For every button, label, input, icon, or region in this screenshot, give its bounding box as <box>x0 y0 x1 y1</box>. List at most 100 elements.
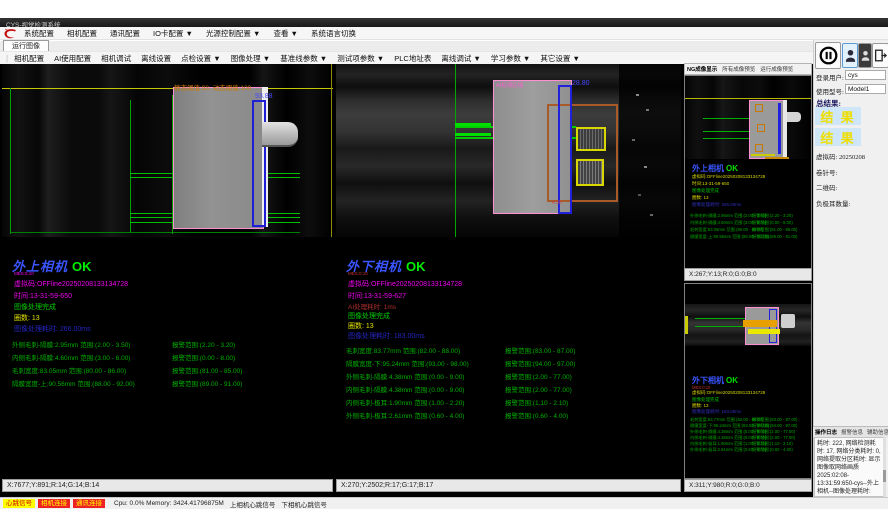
tool-test-params[interactable]: 测试项参数 ▼ <box>337 53 384 64</box>
left-yellow-baseline <box>2 88 333 89</box>
mid-green-thick1 <box>455 123 491 126</box>
left-separator-roi <box>173 87 264 229</box>
pv-top-barcode: 虚拟码:OFFline20250208133134728 <box>692 174 765 180</box>
mid-status-ok: OK <box>406 259 426 274</box>
menu-item-io-config[interactable]: IO卡配置 ▼ <box>153 27 193 40</box>
pv-bot-light-blob <box>781 314 795 328</box>
qr-code-label: 二维码: <box>816 182 837 192</box>
log-tab-assist[interactable]: 辅助信息 <box>867 428 888 436</box>
measure-text: 隔膜宽度-下:95.24mm 范围:(93.00 - 98.00) <box>346 358 469 368</box>
mid-tab-roi-2 <box>576 159 604 186</box>
mid-camera-view[interactable]: AI检测区域 28.80 4.38 <box>336 64 681 237</box>
mid-done-line: 图像处理完成 <box>348 311 390 321</box>
measure-text: 外侧毛刺-隔膜:2.95mm 范围:(2.00 - 3.50) <box>12 339 130 349</box>
preview-tab-run[interactable]: 运行成像预览 <box>760 65 793 73</box>
tool-plc-table[interactable]: PLC地址表 <box>394 53 431 64</box>
cpu-memory-readout: Cpu: 0.0% Memory: 3424.41796875M <box>114 500 224 507</box>
pv-row: 报警范围:(0.00 - 8.00) <box>752 220 793 226</box>
left-camera-view[interactable]: 静态阈值:93, 动态阈值:100 93.88 <box>2 64 333 237</box>
toolbar-grip-icon: | <box>6 54 8 63</box>
left-coord-readout: X:7677;Y:891;R:14;G:14;B:14 <box>2 479 333 492</box>
measure-text: 内侧毛刺-隔膜:4.38mm 范围:(0.00 - 9.00) <box>346 384 464 394</box>
alarm-text: 报警范围:(83.00 - 87.00) <box>505 345 575 355</box>
log-tab-alarm[interactable]: 报警信息 <box>841 428 863 436</box>
left-electrode-tab <box>262 122 298 147</box>
tool-offline-setting[interactable]: 离线设置 <box>141 53 171 64</box>
measure-text: 外侧毛刺-极耳:2.61mm 范围:(0.60 - 4.00) <box>346 410 464 420</box>
measure-text: 隔膜宽度-上:90.56mm 范围:(88.00 - 92.00) <box>12 378 135 388</box>
user-login-button[interactable] <box>842 43 858 68</box>
left-barcode-line: 虚拟码:OFFline20250208133134728 <box>14 279 128 289</box>
mid-mes-text: MES:0:10 <box>348 271 368 276</box>
pv-top-loop: 圈数: 13 <box>692 195 709 201</box>
measure-text: 内侧毛刺-隔膜:4.60mm 范围:(3.00 - 6.00) <box>12 352 130 362</box>
tool-spot-check[interactable]: 点检设置 ▼ <box>181 53 221 64</box>
pv-top-blue-roi <box>778 103 781 154</box>
measure-text: 外侧毛刺-隔膜:4.38mm 范围:(0.00 - 9.00) <box>346 371 464 381</box>
preview-tab-bar: NG成像显示 所有成像预览 运行成像预览 <box>684 63 812 75</box>
log-text: 耗时: 222, 网络检测耗时: 17, 网络分类耗时: 0, 网络提取分区耗时… <box>815 438 884 497</box>
alarm-text: 报警范围:(94.00 - 97.00) <box>505 358 575 368</box>
left-loop-line: 圈数: 13 <box>14 313 40 323</box>
menu-item-comm-config[interactable]: 通讯配置 <box>110 27 140 40</box>
negative-tab-count-label: 负极耳数量: <box>816 198 850 208</box>
mid-blue-roi <box>558 85 572 214</box>
mid-ai-roi-label: AI检测区域 <box>496 81 523 89</box>
log-tab-operation[interactable]: 操作日志 <box>815 428 837 436</box>
alarm-text: 报警范围:(2.20 - 3.20) <box>172 339 235 349</box>
tool-image-process[interactable]: 图像处理 ▼ <box>231 53 271 64</box>
tool-camera-config[interactable]: 相机配置 <box>14 53 44 64</box>
tool-baseline-params[interactable]: 基准线参数 ▼ <box>280 53 327 64</box>
tool-camera-debug[interactable]: 相机调试 <box>101 53 131 64</box>
alarm-text: 报警范围:(2.00 - 77.00) <box>505 384 572 394</box>
model-input[interactable] <box>845 84 886 94</box>
tool-offline-debug[interactable]: 离线调试 ▼ <box>441 53 481 64</box>
user-manage-button[interactable] <box>858 43 872 68</box>
pin-number-label: 卷针号: <box>816 167 837 177</box>
left-blue-roi <box>252 100 266 227</box>
left-time-line: 时间:13-31-59-650 <box>14 291 72 301</box>
pv-top-time: 时间:13-31-59-650 <box>692 181 729 187</box>
left-green-bottom <box>10 232 300 233</box>
menu-item-language[interactable]: 系统语言切换 <box>311 27 356 40</box>
menu-item-system-config[interactable]: 系统配置 <box>24 27 54 40</box>
mid-loop-line: 圈数: 13 <box>348 321 374 331</box>
menu-item-view[interactable]: 查看 ▼ <box>273 27 298 40</box>
tool-ai-config[interactable]: AI使用配置 <box>54 53 91 64</box>
pause-button[interactable] <box>815 42 841 69</box>
pv-bot-ng-highlight <box>743 320 777 327</box>
mid-green-thick2 <box>455 133 491 136</box>
preview-top-view[interactable] <box>685 76 811 159</box>
pv-top-orange-mark-3 <box>755 144 763 152</box>
pv-bot-barcode: 虚拟码:OFFline20250208133134728 <box>692 390 765 396</box>
preview-tab-ng[interactable]: NG成像显示 <box>687 65 717 73</box>
pv-top-elapsed: 图像处理耗时: 266.00ms <box>692 202 741 208</box>
tool-other-settings[interactable]: 其它设置 ▼ <box>540 53 580 64</box>
left-right-edge-line <box>331 64 332 237</box>
menu-item-camera-config[interactable]: 相机配置 <box>67 27 97 40</box>
measure-text: 毛刺宽度:83.77mm 范围:(82.00 - 88.00) <box>346 345 460 355</box>
log-output[interactable]: 耗时: 222, 网络检测耗时: 17, 网络分类耗时: 0, 网络提取分区耗时… <box>814 437 885 497</box>
measure-text: 毛刺宽度:83.05mm 范围:(80.00 - 86.00) <box>12 365 126 375</box>
preview-tab-all[interactable]: 所有成像预览 <box>722 65 755 73</box>
measure-text: 内侧毛刺-极耳:1.90mm 范围:(1.00 - 2.20) <box>346 397 464 407</box>
log-scrollbar[interactable] <box>883 437 886 497</box>
login-user-input[interactable] <box>845 70 886 80</box>
left-green-edge <box>10 88 11 234</box>
log-scrollbar-thumb[interactable] <box>883 470 886 482</box>
left-width-value: 93.88 <box>255 93 273 100</box>
tool-learn-params[interactable]: 学习参数 ▼ <box>491 53 531 64</box>
comm-link-badge: 通讯连接 <box>73 499 105 508</box>
mid-coord-readout: X:270;Y:2502;R:17;G:17;B:17 <box>336 479 681 492</box>
left-mes-text: MES:0:10 <box>14 271 34 276</box>
exit-button[interactable] <box>872 43 888 68</box>
login-user-label: 登录用户: <box>816 72 844 82</box>
exit-door-icon <box>874 48 887 63</box>
left-threshold-text: 静态阈值:93, 动态阈值:100 <box>174 82 251 92</box>
menu-item-light-config[interactable]: 光源控制配置 ▼ <box>206 27 261 40</box>
alarm-text: 报警范围:(0.00 - 8.00) <box>172 352 235 362</box>
mid-width-value: 28.80 <box>572 80 590 87</box>
left-done-line: 图像处理完成 <box>14 302 56 312</box>
preview-top-coord: X:267;Y:13;R:0;G:0;B:0 <box>684 268 812 281</box>
model-label: 使用型号: <box>816 86 844 96</box>
